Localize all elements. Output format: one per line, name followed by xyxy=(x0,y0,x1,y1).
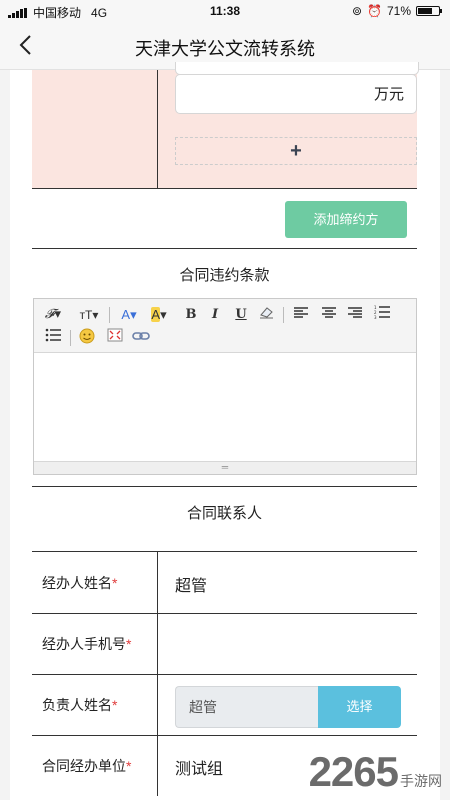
toolbar-separator xyxy=(283,307,284,323)
italic-button[interactable]: I xyxy=(204,305,226,325)
font-size-button[interactable]: тT▾ xyxy=(76,305,102,325)
toolbar-separator xyxy=(70,330,71,346)
amount-unit: 万元 xyxy=(373,86,404,103)
editor-resize-handle[interactable]: ═ xyxy=(34,461,416,474)
eraser-icon[interactable] xyxy=(256,305,278,325)
required-marker: * xyxy=(126,636,132,652)
status-bar: 中国移动 4G 11:38 ⊚ ⏰ 71% xyxy=(0,0,450,22)
contacts-section-title: 合同联系人 xyxy=(186,505,262,522)
toolbar-separator xyxy=(109,307,110,323)
contract-unit-label: 合同经办单位* xyxy=(42,758,132,774)
party-section: 万元 + xyxy=(32,62,419,189)
required-marker: * xyxy=(112,697,118,713)
handler-name-label: 经办人姓名* xyxy=(42,575,118,591)
align-center-icon[interactable] xyxy=(318,305,340,325)
handler-name-value: 超管 xyxy=(175,578,208,595)
watermark-logo: 2265 手游网 xyxy=(308,748,442,795)
table-row: 经办人姓名* 超管 xyxy=(32,552,417,614)
required-marker: * xyxy=(112,575,118,591)
plus-icon: + xyxy=(290,140,302,162)
divider xyxy=(32,248,417,249)
editor-content-area[interactable] xyxy=(34,353,416,462)
svg-text:3: 3 xyxy=(374,315,377,319)
select-manager-button[interactable]: 选择 xyxy=(318,686,401,728)
rotation-lock-icon: ⊚ xyxy=(351,4,363,18)
manager-name-label: 负责人姓名* xyxy=(42,697,118,713)
battery-percent: 71% xyxy=(386,4,411,18)
manager-name-input[interactable]: 超管 xyxy=(175,686,320,728)
breach-editor: 𝓕▾ тT▾ A▾ A▾ B I U 123 ═ xyxy=(33,298,417,475)
handler-phone-label: 经办人手机号* xyxy=(42,636,132,652)
party-value-cell: 万元 + xyxy=(158,62,419,188)
battery-icon xyxy=(416,6,442,16)
emoji-icon[interactable] xyxy=(76,328,98,348)
required-marker: * xyxy=(126,758,132,774)
form-card: 万元 + 添加缔约方 合同违约条款 𝓕▾ тT▾ A▾ A▾ B I U 1 2… xyxy=(10,62,440,800)
highlight-button[interactable]: A▾ xyxy=(148,305,170,325)
contract-unit-value: 测试组 xyxy=(175,761,224,778)
unordered-list-icon[interactable] xyxy=(42,328,64,348)
add-party-button[interactable]: 添加缔约方 xyxy=(285,201,407,238)
editor-toolbar: 𝓕▾ тT▾ A▾ A▾ B I U 123 xyxy=(34,299,416,353)
page-title: 天津大学公文流转系统 xyxy=(135,39,315,59)
amount-input[interactable]: 万元 xyxy=(175,74,417,114)
divider xyxy=(32,486,417,487)
underline-button[interactable]: U xyxy=(230,305,252,325)
font-color-button[interactable]: A▾ xyxy=(118,305,140,325)
table-row: 负责人姓名* 超管 选择 xyxy=(32,674,417,736)
fullscreen-icon[interactable] xyxy=(104,328,126,348)
add-row-button[interactable]: + xyxy=(175,137,417,165)
table-row: 经办人手机号* xyxy=(32,613,417,675)
breach-section-title: 合同违约条款 xyxy=(179,267,270,284)
bold-button[interactable]: B xyxy=(180,305,202,325)
align-right-icon[interactable] xyxy=(344,305,366,325)
align-left-icon[interactable] xyxy=(290,305,312,325)
ordered-list-icon[interactable]: 123 xyxy=(371,305,393,325)
alarm-icon: ⏰ xyxy=(367,4,382,18)
party-label-cell xyxy=(32,70,158,188)
font-family-button[interactable]: 𝓕▾ xyxy=(42,305,64,325)
link-icon[interactable] xyxy=(130,328,152,348)
